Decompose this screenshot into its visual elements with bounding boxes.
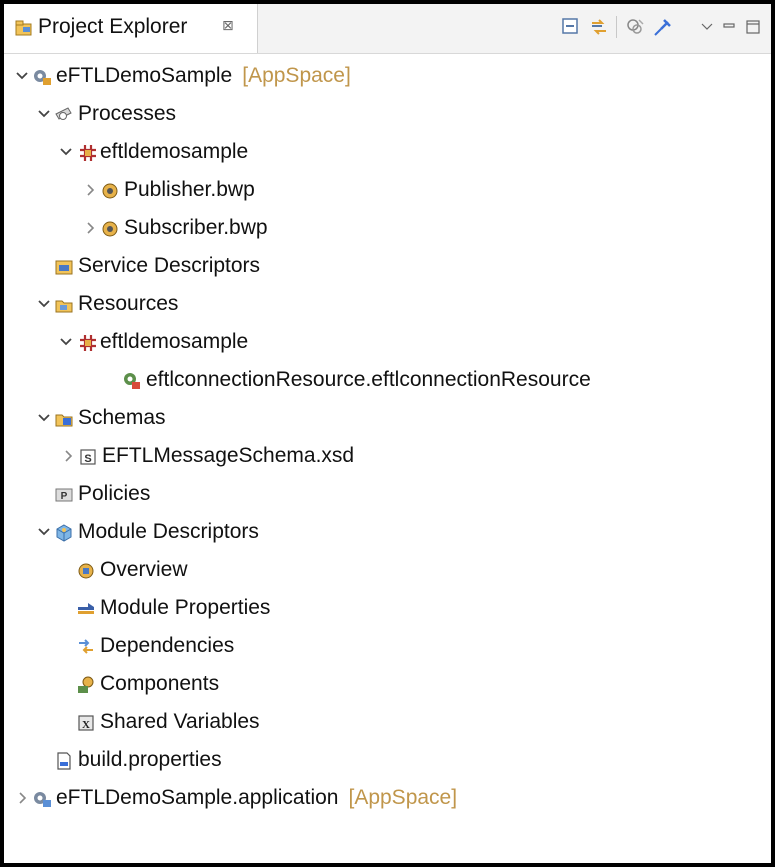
tree-item-schemas[interactable]: Schemas bbox=[4, 401, 764, 439]
chevron-down-icon[interactable] bbox=[58, 334, 74, 350]
properties-file-icon bbox=[57, 752, 71, 770]
tree-item-label: Publisher.bwp bbox=[124, 178, 255, 201]
tree-item-label: EFTLMessageSchema.xsd bbox=[102, 444, 355, 467]
module-descriptors-icon bbox=[56, 524, 72, 542]
components-icon bbox=[78, 676, 94, 693]
tree-item-decoration: [AppSpace] bbox=[242, 64, 351, 87]
project-tree: eFTLDemoSample [AppSpace] Processes eftld… bbox=[4, 54, 771, 854]
tab-project-explorer[interactable]: Project Explorer ⊠ bbox=[4, 4, 258, 53]
schemas-folder-icon bbox=[55, 414, 73, 427]
policies-icon: P bbox=[55, 488, 73, 502]
chevron-down-icon[interactable] bbox=[58, 144, 74, 160]
tab-title: Project Explorer bbox=[38, 15, 188, 38]
processes-folder-icon bbox=[55, 107, 72, 120]
tree-item-label: Policies bbox=[78, 482, 151, 505]
project-explorer-view: Project Explorer ⊠ eFTLDemoSample [AppSp… bbox=[0, 0, 775, 867]
tree-item-dependencies[interactable]: Dependencies bbox=[4, 629, 764, 667]
view-header: Project Explorer ⊠ bbox=[4, 4, 771, 53]
chevron-right-icon[interactable] bbox=[60, 448, 76, 464]
tree-item-label: eftlconnectionResource.eftlconnectionRes… bbox=[146, 368, 591, 391]
tree-item-label: Service Descriptors bbox=[78, 254, 261, 277]
chevron-down-icon[interactable] bbox=[36, 296, 52, 312]
tree-item-label: Overview bbox=[100, 558, 188, 581]
tree-item-components[interactable]: Components bbox=[4, 667, 764, 705]
chevron-down-icon[interactable] bbox=[36, 524, 52, 540]
tree-item-service-descriptors[interactable]: Service Descriptors bbox=[4, 249, 764, 287]
shared-variables-icon: X bbox=[78, 715, 94, 731]
tree-item-module-properties[interactable]: Module Properties bbox=[4, 591, 764, 629]
tree-item-resources-package[interactable]: eftldemosample bbox=[4, 325, 764, 363]
chevron-right-icon[interactable] bbox=[14, 790, 30, 806]
resources-folder-icon bbox=[55, 300, 73, 313]
filter-icon[interactable] bbox=[624, 16, 646, 38]
tree-item-eftl-connection-resource[interactable]: eftlconnectionResource.eftlconnectionRes… bbox=[4, 363, 764, 401]
tree-item-publisher[interactable]: Publisher.bwp bbox=[4, 173, 764, 211]
tree-item-label: eFTLDemoSample bbox=[56, 64, 233, 87]
tree-item-label: build.properties bbox=[78, 748, 222, 771]
tree-item-project[interactable]: eFTLDemoSample [AppSpace] bbox=[4, 59, 764, 97]
tree-item-label: eftldemosample bbox=[100, 140, 249, 163]
process-file-icon bbox=[102, 221, 118, 237]
overview-icon bbox=[78, 563, 94, 579]
tree-item-label: Processes bbox=[78, 102, 177, 125]
tree-item-subscriber[interactable]: Subscriber.bwp bbox=[4, 211, 764, 249]
chevron-right-icon[interactable] bbox=[82, 220, 98, 236]
tree-item-label: eFTLDemoSample.application bbox=[56, 786, 339, 809]
view-menu-icon[interactable] bbox=[696, 16, 718, 38]
service-descriptors-icon bbox=[55, 260, 73, 275]
tree-item-overview[interactable]: Overview bbox=[4, 553, 764, 591]
tree-item-label: Shared Variables bbox=[100, 710, 260, 733]
minimize-icon[interactable] bbox=[718, 16, 740, 38]
tree-item-resources[interactable]: Resources bbox=[4, 287, 764, 325]
tree-item-label: Dependencies bbox=[100, 634, 235, 657]
toolbar-separator bbox=[616, 16, 617, 38]
tree-item-module-descriptors[interactable]: Module Descriptors bbox=[4, 515, 764, 553]
svg-text:P: P bbox=[61, 491, 68, 502]
tree-item-label: eftldemosample bbox=[100, 330, 249, 353]
tree-item-processes[interactable]: Processes bbox=[4, 97, 764, 135]
tree-item-decoration: [AppSpace] bbox=[348, 786, 458, 809]
dependencies-icon bbox=[79, 639, 93, 654]
tree-item-label: Module Descriptors bbox=[78, 520, 259, 543]
chevron-right-icon[interactable] bbox=[82, 182, 98, 198]
collapse-all-icon[interactable] bbox=[560, 16, 582, 38]
tree-item-label: Module Properties bbox=[100, 596, 271, 619]
package-icon bbox=[80, 145, 96, 161]
package-icon bbox=[80, 335, 96, 351]
svg-text:S: S bbox=[84, 453, 91, 465]
maximize-icon[interactable] bbox=[742, 16, 764, 38]
process-file-icon bbox=[102, 183, 118, 199]
application-icon bbox=[34, 792, 51, 807]
tree-item-policies[interactable]: P Policies bbox=[4, 477, 764, 515]
chevron-down-icon[interactable] bbox=[14, 68, 30, 84]
tree-item-eftl-message-schema[interactable]: S EFTLMessageSchema.xsd bbox=[4, 439, 764, 477]
chevron-down-icon[interactable] bbox=[36, 410, 52, 426]
tree-item-processes-package[interactable]: eftldemosample bbox=[4, 135, 764, 173]
pin-icon[interactable] bbox=[652, 16, 674, 38]
tree-item-label: Resources bbox=[78, 292, 179, 315]
tree-item-label: Components bbox=[100, 672, 220, 695]
xsd-file-icon: S bbox=[80, 449, 96, 465]
tree-item-build-properties[interactable]: build.properties bbox=[4, 743, 764, 781]
chevron-down-icon[interactable] bbox=[36, 106, 52, 122]
application-module-icon bbox=[34, 70, 51, 85]
module-properties-icon bbox=[78, 603, 94, 614]
svg-text:X: X bbox=[82, 719, 90, 731]
tree-item-application[interactable]: eFTLDemoSample.application [AppSpace] bbox=[4, 781, 764, 819]
project-explorer-icon bbox=[15, 20, 32, 36]
tree-item-label: Subscriber.bwp bbox=[124, 216, 268, 239]
tree-item-shared-variables[interactable]: X Shared Variables bbox=[4, 705, 764, 743]
tree-item-label: Schemas bbox=[78, 406, 166, 429]
close-icon[interactable]: ⊠ bbox=[222, 17, 234, 34]
link-with-editor-icon[interactable] bbox=[588, 16, 610, 38]
connection-resource-icon bbox=[124, 373, 140, 389]
